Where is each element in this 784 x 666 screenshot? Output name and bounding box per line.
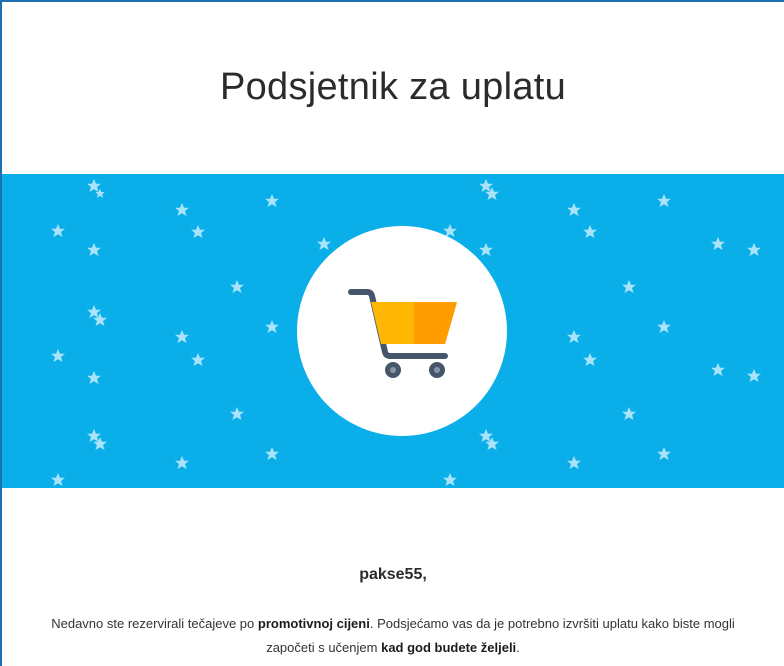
- shopping-cart-icon: [348, 289, 457, 378]
- reminder-message: Nedavno ste rezervirali tečajeve po prom…: [42, 612, 744, 660]
- message-emphasis: promotivnoj cijeni: [257, 616, 370, 631]
- hero-banner: [2, 174, 784, 488]
- email-frame: Podsjetnik za uplatu pakse55, Nedavno st…: [0, 0, 784, 666]
- message-text: Nedavno ste rezervirali tečajeve po: [51, 616, 258, 631]
- page-title: Podsjetnik za uplatu: [219, 66, 567, 108]
- message-emphasis: kad god budete željeli: [381, 640, 517, 655]
- message-text: .: [516, 640, 520, 655]
- cart-icon-circle: [297, 226, 507, 436]
- greeting-username: pakse55,: [359, 566, 427, 583]
